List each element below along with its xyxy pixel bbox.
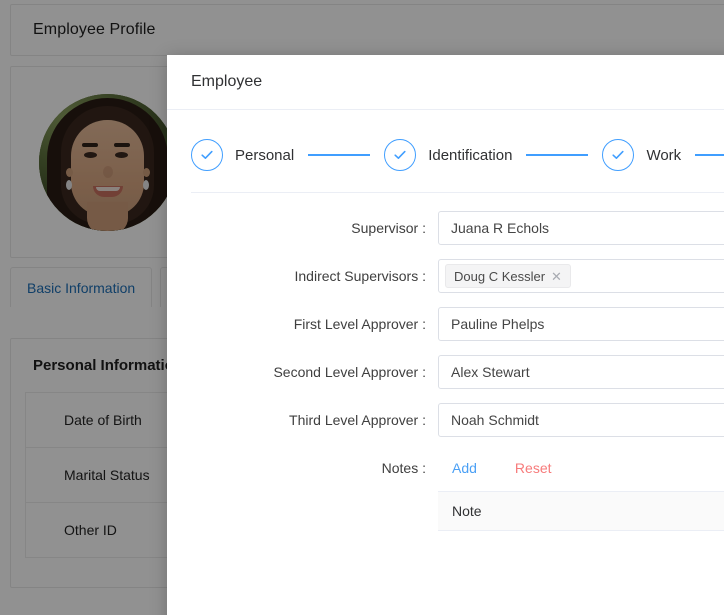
field-control: Noah Schmidt (438, 403, 724, 437)
work-form: Supervisor : Juana R Echols Indirect Sup… (167, 193, 724, 531)
field-label: Supervisor : (351, 220, 426, 236)
indirect-supervisors-input[interactable]: Doug C Kessler ✕ (438, 259, 724, 293)
field-control: Pauline Phelps (438, 307, 724, 341)
close-icon[interactable]: ✕ (551, 270, 562, 283)
step-identification[interactable]: Identification (384, 139, 512, 171)
notes-actions: Add Reset (438, 451, 724, 485)
first-level-approver-input[interactable]: Pauline Phelps (438, 307, 724, 341)
employee-modal: Employee Personal Identification Work Su… (167, 55, 724, 615)
field-label: Third Level Approver : (289, 412, 426, 428)
modal-title: Employee (191, 73, 263, 90)
step-connector (308, 154, 371, 156)
field-label: Notes : (381, 460, 426, 476)
field-first-level-approver: First Level Approver : Pauline Phelps (167, 307, 724, 341)
third-level-approver-input[interactable]: Noah Schmidt (438, 403, 724, 437)
field-label: Indirect Supervisors : (294, 268, 427, 284)
field-label: First Level Approver : (293, 316, 426, 332)
step-label: Personal (235, 146, 295, 164)
reset-notes-button[interactable]: Reset (515, 460, 552, 476)
tag-label: Doug C Kessler (454, 268, 546, 284)
modal-header: Employee (167, 55, 724, 110)
step-label: Identification (428, 146, 513, 164)
field-indirect-supervisors: Indirect Supervisors : Doug C Kessler ✕ (167, 259, 724, 293)
field-notes: Notes : Add Reset Note (167, 451, 724, 531)
supervisor-input[interactable]: Juana R Echols (438, 211, 724, 245)
second-level-approver-input[interactable]: Alex Stewart (438, 355, 724, 389)
check-circle-icon (602, 139, 635, 171)
step-personal[interactable]: Personal (191, 139, 294, 171)
field-control: Add Reset Note (438, 451, 724, 531)
add-note-button[interactable]: Add (452, 460, 477, 476)
step-connector (526, 154, 589, 156)
field-control: Doug C Kessler ✕ (438, 259, 724, 293)
field-third-level-approver: Third Level Approver : Noah Schmidt (167, 403, 724, 437)
tag-chip[interactable]: Doug C Kessler ✕ (445, 264, 571, 288)
wizard-steps: Personal Identification Work (167, 110, 724, 178)
step-label: Work (646, 146, 682, 164)
step-work[interactable]: Work (602, 139, 681, 171)
field-control: Alex Stewart (438, 355, 724, 389)
check-circle-icon (191, 139, 223, 171)
field-supervisor: Supervisor : Juana R Echols (167, 211, 724, 245)
app-root: Employee Profile Basic Information Perso… (0, 0, 724, 615)
field-second-level-approver: Second Level Approver : Alex Stewart (167, 355, 724, 389)
field-control: Juana R Echols (438, 211, 724, 245)
check-circle-icon (384, 139, 417, 171)
field-label: Second Level Approver : (273, 364, 426, 380)
notes-table: Note (438, 491, 724, 531)
modal-body: Personal Identification Work Supervisor … (167, 110, 724, 531)
notes-table-header: Note (438, 491, 724, 531)
step-connector-trailing (695, 154, 724, 156)
